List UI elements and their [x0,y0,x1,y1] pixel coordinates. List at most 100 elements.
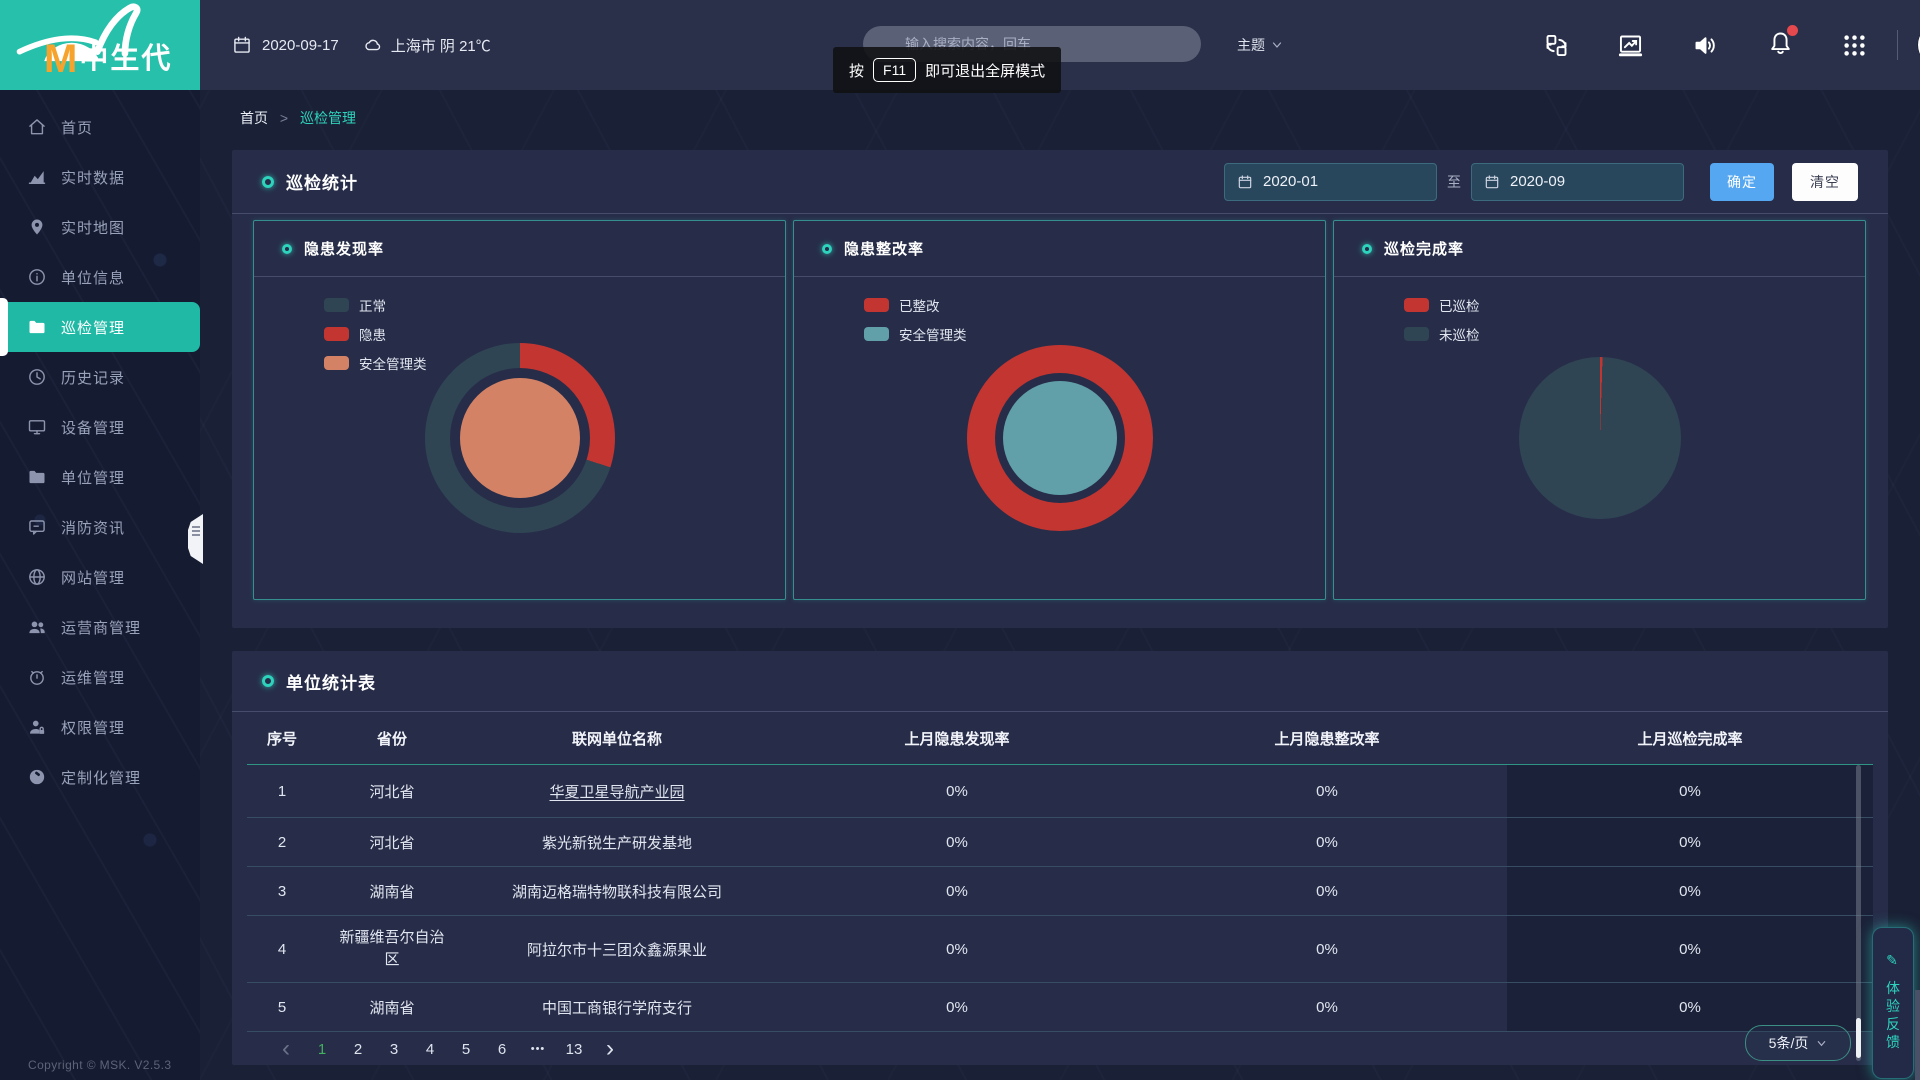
pagination-ellipsis[interactable]: ••• [524,1035,552,1063]
home-icon [27,117,47,137]
feedback-button[interactable]: ✎ 体验反馈 [1872,927,1914,1079]
stopwatch-icon [27,667,47,687]
sidebar-item-operator-mgmt[interactable]: 运营商管理 [0,602,200,652]
legend-item[interactable]: 已巡检 [1404,295,1480,315]
column-header: 联网单位名称 [467,728,767,749]
unit-name-cell[interactable]: 华夏卫星导航产业园 [467,781,767,802]
pagination-next[interactable]: › [596,1035,624,1063]
current-date: 2020-09-17 [262,37,339,54]
column-header: 上月隐患整改率 [1147,728,1507,749]
notifications-button[interactable] [1767,0,1794,90]
pagination-page[interactable]: 5 [452,1035,480,1063]
apps-menu-button[interactable] [1841,0,1868,90]
pagination-prev[interactable]: ‹ [272,1035,300,1063]
globe-icon [27,567,47,587]
sidebar-item-inspection-mgmt[interactable]: 巡检管理 [0,302,200,352]
table-row: 2河北省紫光新锐生产研发基地0%0%0% [247,818,1873,867]
chart-legend: 正常隐患安全管理类 [324,295,427,373]
donut-center [1003,381,1117,495]
sidebar-menu: 首页实时数据实时地图单位信息巡检管理历史记录设备管理单位管理消防资讯网站管理运营… [0,102,200,802]
sound-button[interactable] [1692,0,1719,90]
sidebar-item-customization-mgmt[interactable]: 定制化管理 [0,752,200,802]
legend-item[interactable]: 已整改 [864,295,967,315]
date-from-input[interactable]: 2020-01 [1224,163,1437,201]
sidebar-item-realtime-data[interactable]: 实时数据 [0,152,200,202]
legend-item[interactable]: 安全管理类 [324,353,427,373]
legend-label: 正常 [359,295,386,315]
tag-icon [27,767,47,787]
discovery-rate-cell: 0% [767,883,1147,900]
dashboard-button[interactable] [1617,0,1644,90]
theme-selector[interactable]: 主题 [1237,0,1283,90]
row-index-cell: 3 [247,883,317,900]
chart-title: 巡检完成率 [1384,238,1464,259]
topbar: 2020-09-17 上海市 阴 21℃ 按 F11 即可退出全屏模式 主题 [200,0,1920,90]
monitor-icon [27,417,47,437]
charts-row: 隐患发现率正常隐患安全管理类隐患整改率已整改安全管理类巡检完成率已巡检未巡检 [253,220,1866,600]
folder-icon [27,317,47,337]
sidebar-item-realtime-map[interactable]: 实时地图 [0,202,200,252]
window-scrollbar-thumb[interactable] [1915,990,1920,1080]
theme-label: 主题 [1237,35,1265,55]
rectify-rate-cell: 0% [1147,941,1507,958]
scrollbar-thumb[interactable] [1856,1018,1861,1058]
chart-card-1: 隐患发现率正常隐患安全管理类 [253,220,786,600]
pagination-page[interactable]: 6 [488,1035,516,1063]
pagination-page[interactable]: 13 [560,1035,588,1063]
sidebar-item-device-mgmt[interactable]: 设备管理 [0,402,200,452]
panel-title: 单位统计表 [286,669,376,694]
sidebar-item-home[interactable]: 首页 [0,102,200,152]
unit-name-cell[interactable]: 中国工商银行学府支行 [467,997,767,1018]
chart-mountain-icon [27,167,47,187]
province-cell: 湖南省 [317,881,467,902]
breadcrumb-separator: > [280,110,288,126]
chart-card-3: 巡检完成率已巡检未巡检 [1333,220,1866,600]
sidebar-item-unit-info[interactable]: 单位信息 [0,252,200,302]
confirm-button[interactable]: 确定 [1710,163,1774,201]
pagination-page[interactable]: 4 [416,1035,444,1063]
row-index-cell: 1 [247,783,317,800]
sidebar-item-ops-mgmt[interactable]: 运维管理 [0,652,200,702]
sidebar-item-label: 权限管理 [61,717,125,738]
sidebar-item-label: 单位管理 [61,467,125,488]
clear-button[interactable]: 清空 [1792,163,1858,201]
chevron-down-icon [1816,1038,1827,1049]
panel-marker [262,675,274,687]
column-header: 上月隐患发现率 [767,728,1147,749]
table-row: 4新疆维吾尔自治区阿拉尔市十三团众鑫源果业0%0%0% [247,916,1873,983]
sidebar-item-website-mgmt[interactable]: 网站管理 [0,552,200,602]
date-from-value: 2020-01 [1263,173,1318,190]
date-to-input[interactable]: 2020-09 [1471,163,1684,201]
legend-item[interactable]: 安全管理类 [864,324,967,344]
users-icon [27,617,47,637]
legend-item[interactable]: 未巡检 [1404,324,1480,344]
unit-name-cell[interactable]: 紫光新锐生产研发基地 [467,832,767,853]
column-header: 序号 [247,728,317,749]
sidebar-item-history[interactable]: 历史记录 [0,352,200,402]
chart-marker [1362,244,1372,254]
legend-label: 未巡检 [1439,324,1480,344]
feedback-label: ✎ 体验反馈 [1883,953,1903,1053]
unit-name-cell[interactable]: 阿拉尔市十三团众鑫源果业 [467,939,767,960]
sidebar-item-fire-news[interactable]: 消防资讯 [0,502,200,552]
person-lock-icon [27,717,47,737]
pagination-page[interactable]: 1 [308,1035,336,1063]
pagination-page[interactable]: 3 [380,1035,408,1063]
legend-label: 安全管理类 [359,353,427,373]
trend-board-icon [1617,32,1644,59]
breadcrumb-home[interactable]: 首页 [240,110,268,126]
legend-item[interactable]: 正常 [324,295,427,315]
page-size-value: 5条/页 [1769,1033,1809,1053]
legend-swatch [324,298,349,312]
folder-icon [27,467,47,487]
sidebar: M中生代 首页实时数据实时地图单位信息巡检管理历史记录设备管理单位管理消防资讯网… [0,0,200,1080]
sidebar-item-permission-mgmt[interactable]: 权限管理 [0,702,200,752]
legend-item[interactable]: 隐患 [324,324,427,344]
pagination-page[interactable]: 2 [344,1035,372,1063]
sidebar-item-unit-mgmt[interactable]: 单位管理 [0,452,200,502]
unit-name-cell[interactable]: 湖南迈格瑞特物联科技有限公司 [467,881,767,902]
user-menu[interactable]: 李玉东 [1916,0,1920,90]
legend-label: 已巡检 [1439,295,1480,315]
page-size-selector[interactable]: 5条/页 [1745,1025,1851,1061]
switch-screen-button[interactable] [1543,0,1570,90]
